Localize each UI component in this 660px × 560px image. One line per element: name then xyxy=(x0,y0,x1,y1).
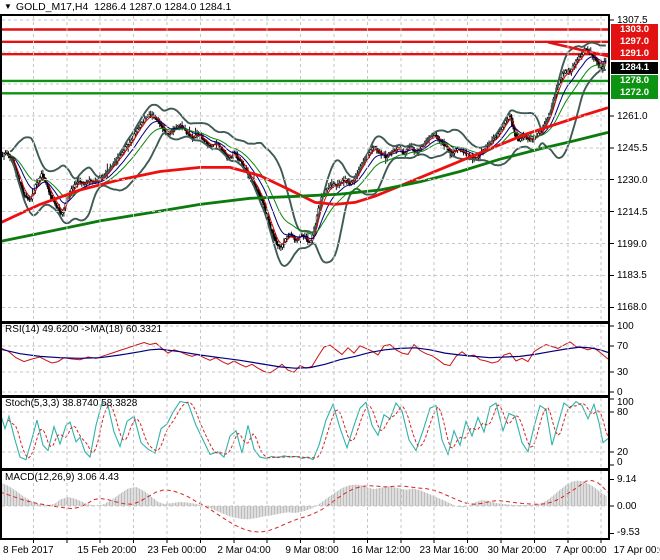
ohlc-readout: 1286.4 1287.0 1284.0 1284.1 xyxy=(94,1,232,13)
chart-title-bar: ▼ GOLD_M17,H4 1286.4 1287.0 1284.0 1284.1 xyxy=(4,1,231,13)
chart-window: ▼ GOLD_M17,H4 1286.4 1287.0 1284.0 1284.1… xyxy=(0,0,660,560)
symbol-period-label: GOLD_M17,H4 xyxy=(15,1,89,13)
chevron-down-icon[interactable]: ▼ xyxy=(4,2,12,11)
stochastic-indicator-label: Stoch(5,3,3) 38.8740 58.3828 xyxy=(5,398,138,409)
rsi-indicator-label: RSI(14) 49.6200 ->MA(18) 60.3321 xyxy=(5,324,163,335)
macd-indicator-label: MACD(12,26,9) 3.06 4.43 xyxy=(5,472,119,483)
